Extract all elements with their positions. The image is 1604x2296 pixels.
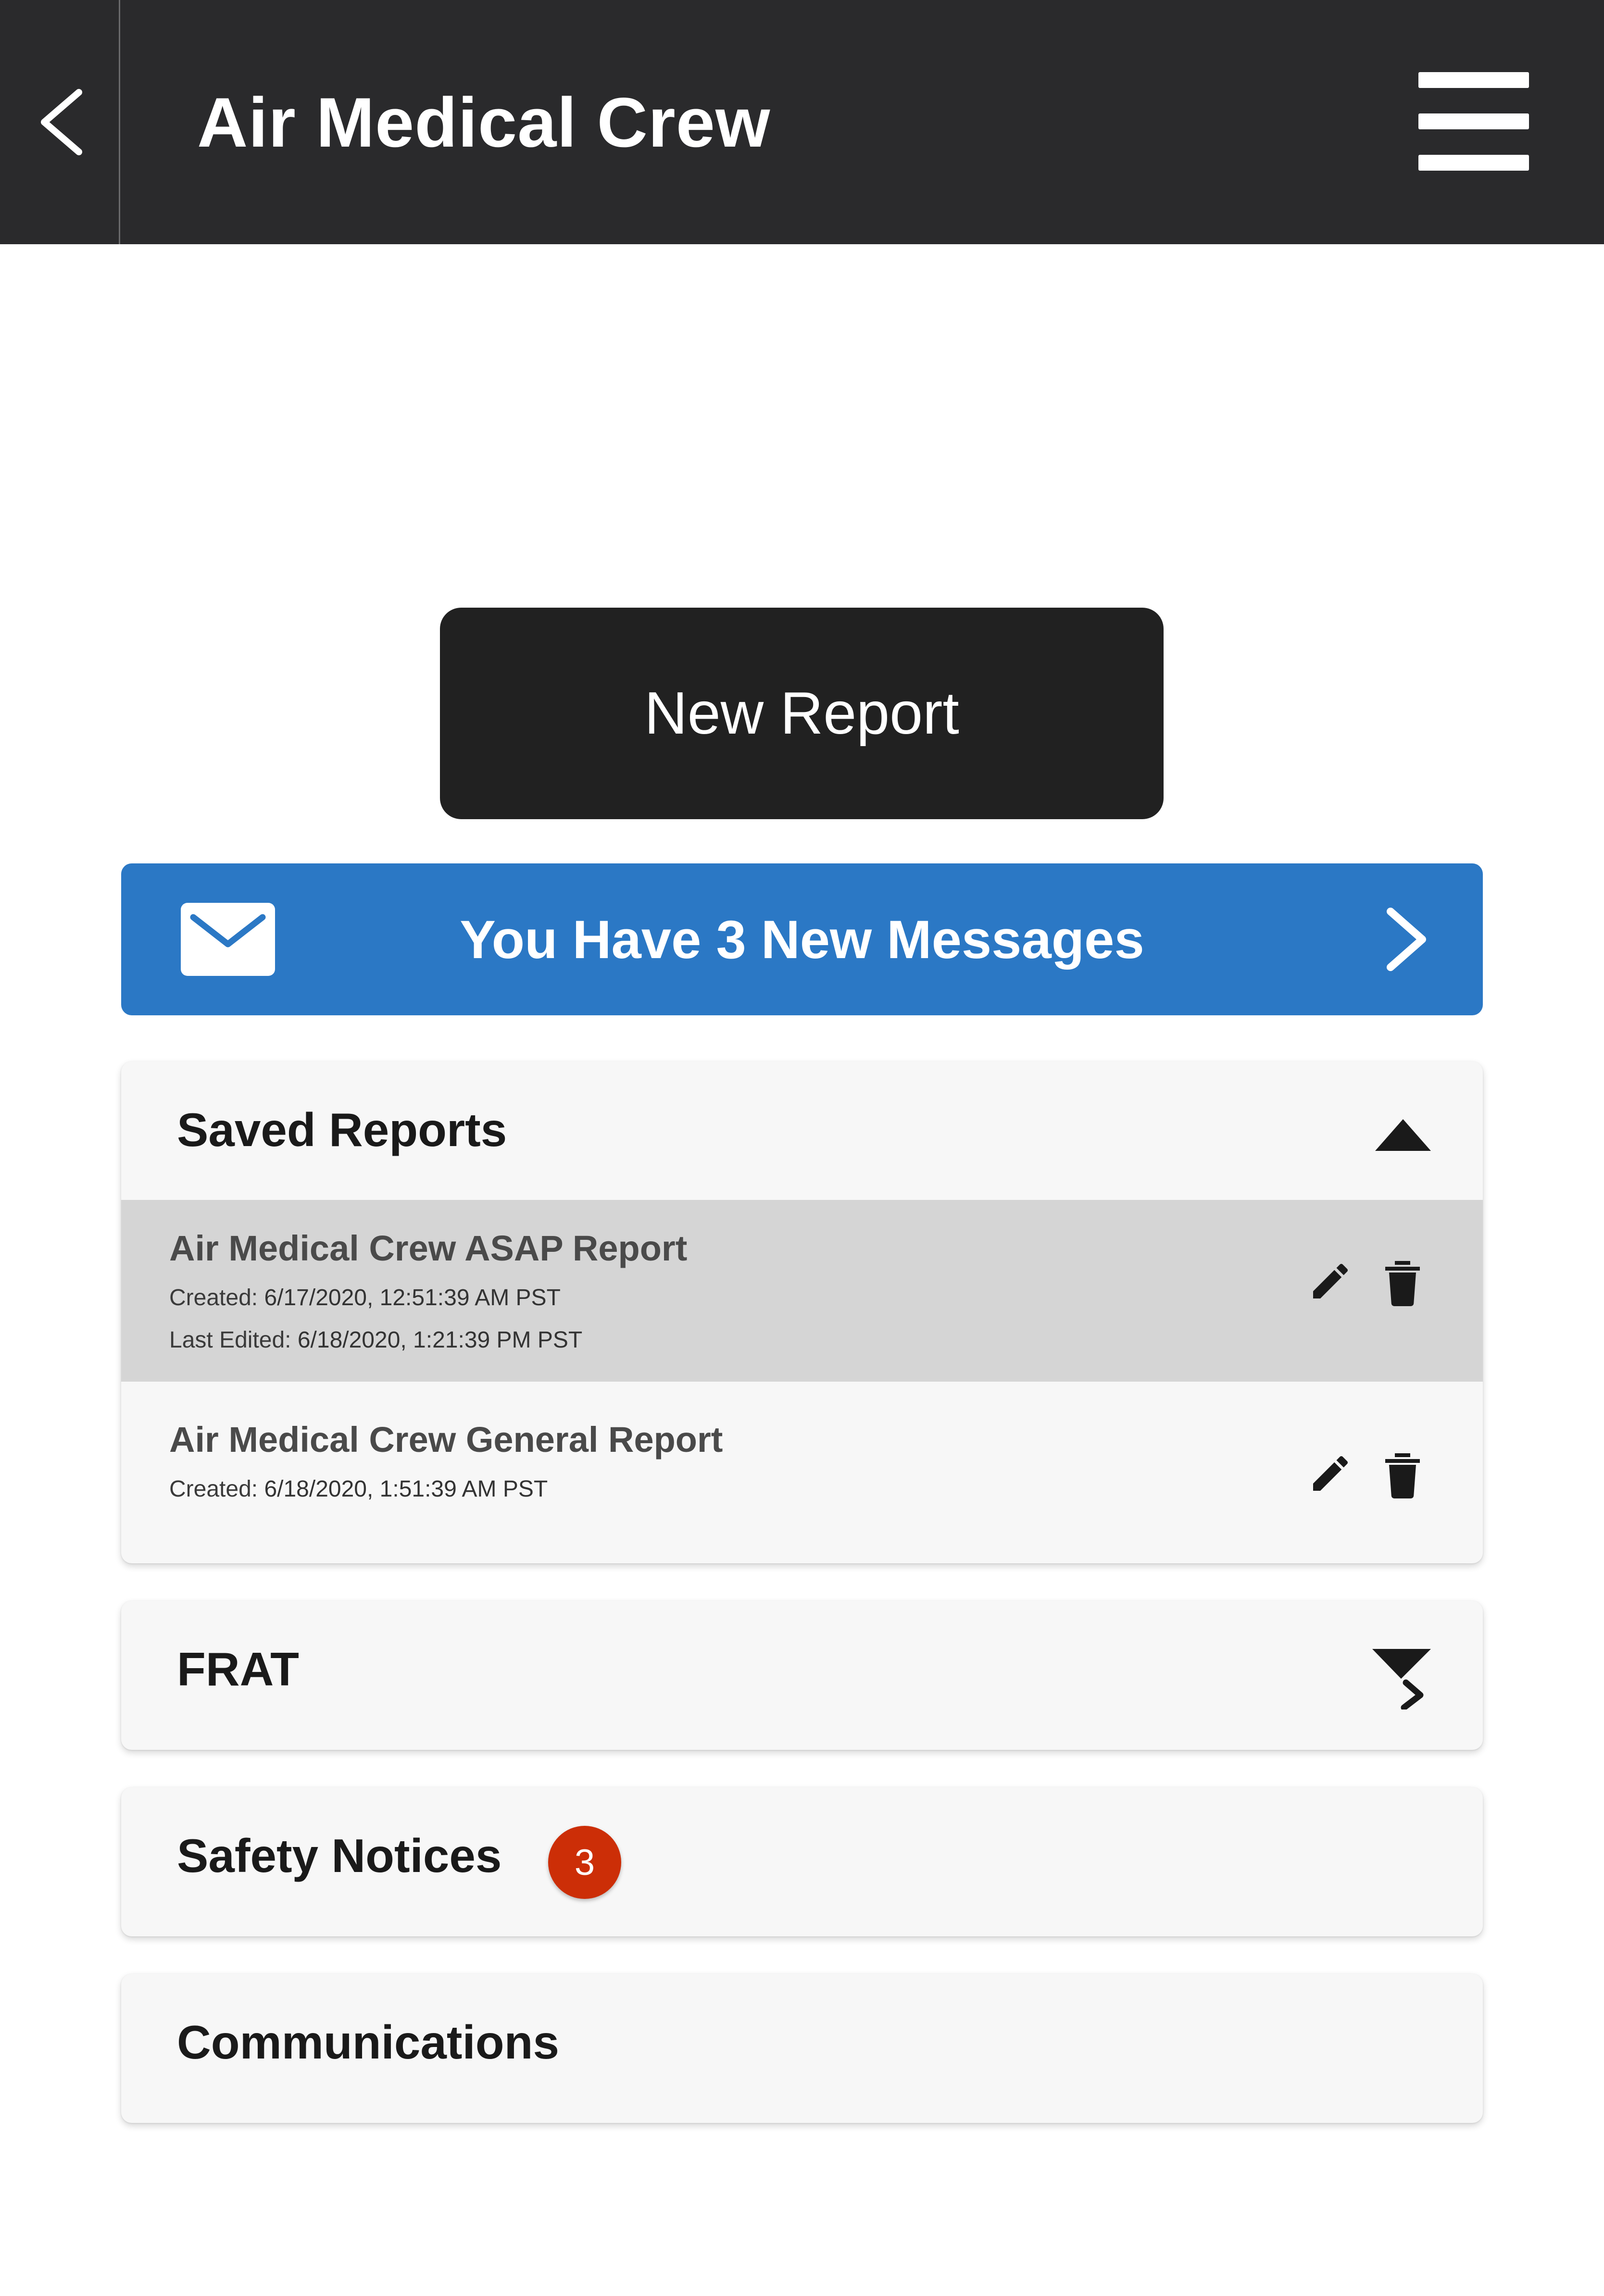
new-messages-banner[interactable]: You Have 3 New Messages (121, 863, 1483, 1015)
back-button[interactable] (0, 0, 120, 244)
pencil-icon (1313, 1263, 1348, 1298)
safety-notices-title: Safety Notices (177, 1829, 502, 1882)
chevron-right-icon (1387, 908, 1426, 971)
created-value: 6/17/2020, 12:51:39 AM PST (264, 1285, 561, 1310)
edit-report-button[interactable] (1304, 1255, 1357, 1308)
messages-label: You Have 3 New Messages (460, 909, 1144, 970)
hamburger-menu-button[interactable] (1418, 72, 1529, 171)
frat-card[interactable]: FRAT (121, 1601, 1483, 1750)
created-label: Created: (169, 1285, 258, 1310)
frat-header[interactable]: FRAT (121, 1601, 1483, 1750)
hamburger-bar (1418, 113, 1529, 129)
communications-title: Communications (177, 2015, 559, 2069)
report-actions (1304, 1255, 1429, 1308)
report-created: Created: 6/17/2020, 12:51:39 AM PST (169, 1285, 561, 1311)
created-value: 6/18/2020, 1:51:39 AM PST (264, 1476, 548, 1502)
report-created: Created: 6/18/2020, 1:51:39 AM PST (169, 1476, 548, 1502)
communications-header[interactable]: Communications (121, 1974, 1483, 2123)
report-name: Air Medical Crew ASAP Report (169, 1228, 688, 1268)
pencil-icon (1313, 1456, 1348, 1491)
saved-reports-card: Saved Reports Air Medical Crew ASAP Repo… (121, 1061, 1483, 1563)
communications-card[interactable]: Communications (121, 1974, 1483, 2123)
delete-report-button[interactable] (1376, 1255, 1429, 1308)
edit-report-button[interactable] (1304, 1447, 1357, 1500)
top-app-bar: Air Medical Crew (0, 0, 1604, 244)
report-actions (1304, 1447, 1429, 1500)
chevron-left-icon (40, 89, 82, 155)
delete-report-button[interactable] (1376, 1447, 1429, 1500)
hamburger-bar (1418, 155, 1529, 171)
saved-reports-header[interactable]: Saved Reports (121, 1061, 1483, 1200)
caret-up-icon[interactable] (1374, 1118, 1432, 1152)
safety-notices-header[interactable]: Safety Notices 3 (121, 1787, 1483, 1936)
notification-badge: 3 (548, 1826, 621, 1899)
report-last-edited: Last Edited: 6/18/2020, 1:21:39 PM PST (169, 1327, 582, 1353)
saved-report-row[interactable]: Air Medical Crew General Report Created:… (121, 1382, 1483, 1526)
saved-reports-title: Saved Reports (177, 1103, 507, 1156)
created-label: Created: (169, 1476, 258, 1502)
frat-title: FRAT (177, 1642, 299, 1696)
trash-icon (1385, 1261, 1420, 1307)
page-title: Air Medical Crew (197, 83, 771, 162)
filter-expand-icon (1372, 1649, 1431, 1710)
page: Air Medical Crew New Report You Have 3 N… (0, 0, 1604, 2296)
safety-notices-card[interactable]: Safety Notices 3 (121, 1787, 1483, 1936)
last-edited-value: 6/18/2020, 1:21:39 PM PST (297, 1327, 583, 1353)
hamburger-menu-icon (1418, 72, 1529, 88)
new-report-button[interactable]: New Report (440, 608, 1164, 819)
report-name: Air Medical Crew General Report (169, 1420, 723, 1460)
last-edited-label: Last Edited: (169, 1327, 291, 1353)
saved-report-row[interactable]: Air Medical Crew ASAP Report Created: 6/… (121, 1200, 1483, 1382)
trash-icon (1385, 1453, 1420, 1499)
